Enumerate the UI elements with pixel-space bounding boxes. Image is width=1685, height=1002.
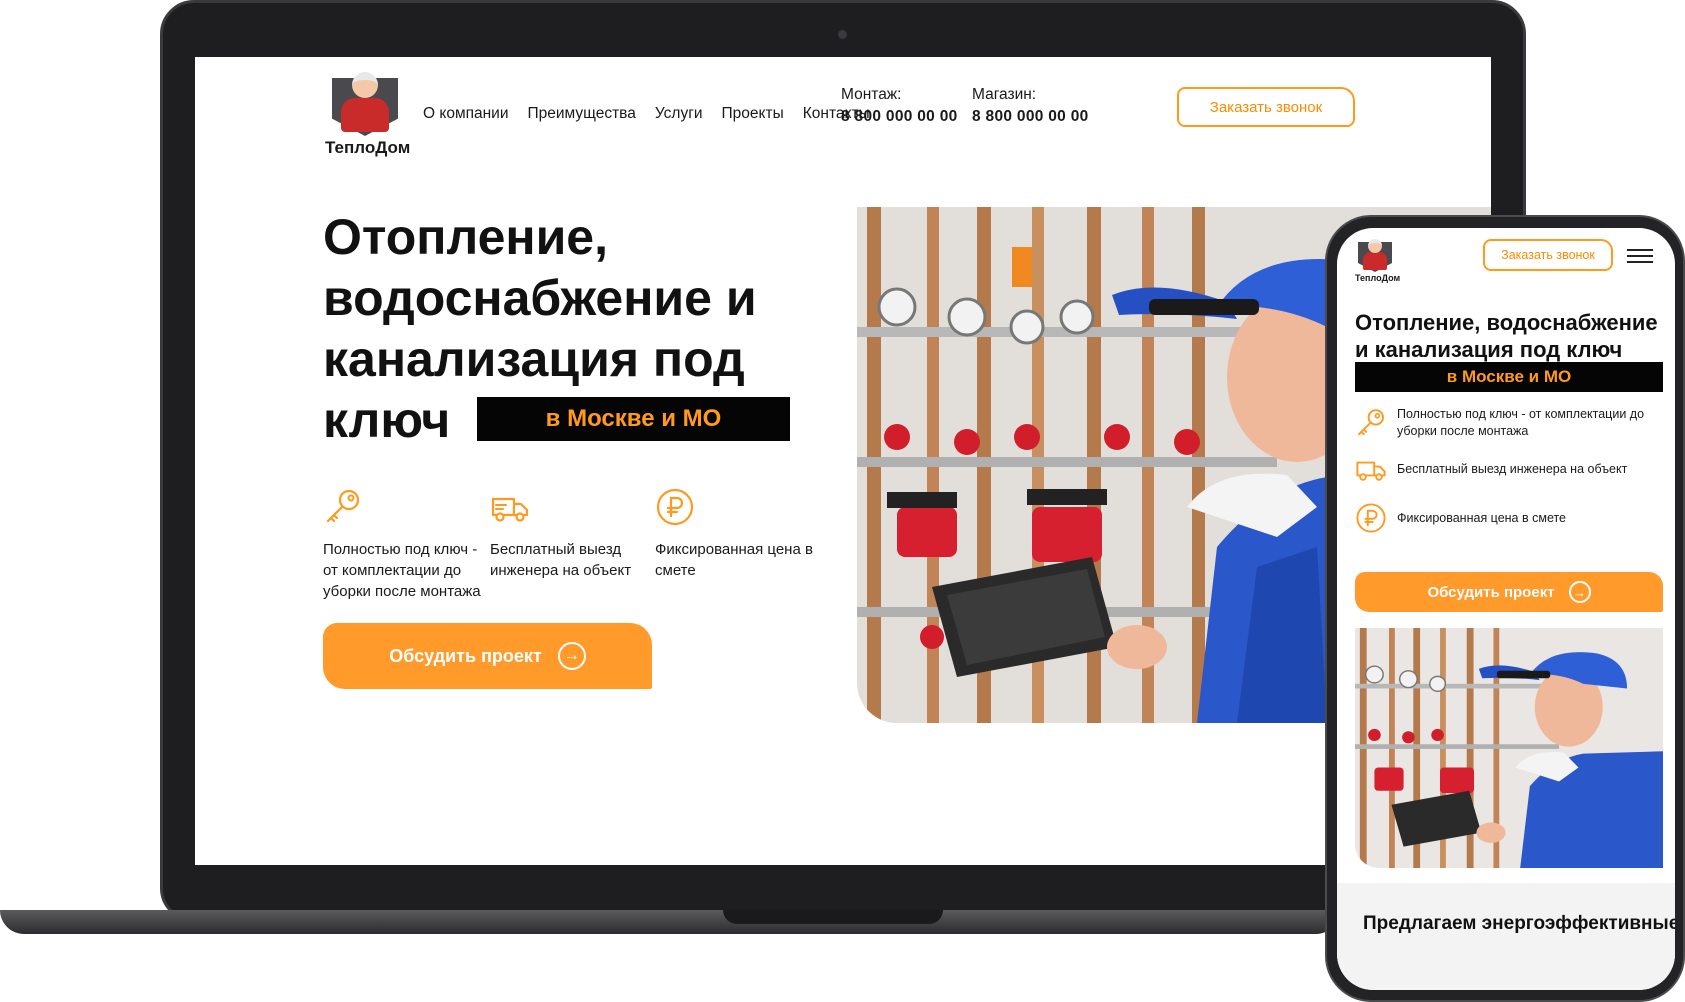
nav-item-advantages[interactable]: Преимущества bbox=[528, 105, 636, 123]
nav-item-about[interactable]: О компании bbox=[423, 105, 509, 123]
hero-region-badge: в Москве и МО bbox=[477, 397, 790, 441]
logo-text: ТеплоДом bbox=[1355, 273, 1401, 283]
laptop-camera bbox=[838, 30, 847, 39]
phone-label: Монтаж: bbox=[841, 86, 902, 103]
key-icon bbox=[1358, 409, 1384, 436]
arrow-right-icon: → bbox=[557, 642, 586, 670]
plumber-photo bbox=[1355, 628, 1663, 868]
hero-title: Отопление, водоснабжение и канализация п… bbox=[1355, 310, 1658, 362]
logo-text: ТеплоДом bbox=[325, 138, 411, 157]
feature-text: Фиксированная цена в смете bbox=[1397, 510, 1567, 525]
main-nav: О компании Преимущества Услуги Проекты К… bbox=[423, 105, 870, 123]
feature-turnkey: Полностью под ключ - от комплектации до … bbox=[1355, 406, 1665, 440]
phone-number: 8 800 000 00 00 bbox=[972, 108, 1089, 125]
feature-fixed-price: Фиксированная цена в смете bbox=[1355, 502, 1665, 534]
button-label: Обсудить проект bbox=[389, 645, 542, 666]
feature-text: Полностью под ключ - от комплектации до … bbox=[1397, 407, 1645, 438]
laptop-base bbox=[0, 910, 1340, 934]
mobile-page: ТеплоДом Заказать звонок Отопление, водо… bbox=[1337, 228, 1675, 990]
laptop-notch bbox=[723, 910, 943, 924]
key-icon bbox=[326, 489, 360, 523]
desktop-logo[interactable]: ТеплоДом bbox=[325, 70, 411, 158]
hamburger-menu-icon[interactable] bbox=[1627, 249, 1653, 263]
feature-text: Бесплатный выезд инженера на объект bbox=[490, 541, 632, 579]
discuss-project-button[interactable]: Обсудить проект → bbox=[323, 623, 652, 689]
truck-icon bbox=[491, 497, 529, 522]
arrow-right-icon: → bbox=[1568, 581, 1591, 603]
phone-label: Магазин: bbox=[972, 86, 1037, 103]
services-section: Предлагаем энергоэффективные bbox=[1337, 883, 1675, 990]
desktop-page: ТеплоДом О компании Преимущества Услуги … bbox=[195, 57, 1491, 865]
feature-turnkey: Полностью под ключ - от комплектации до … bbox=[323, 487, 493, 602]
feature-text: Фиксированная цена в смете bbox=[655, 541, 813, 579]
worker-logo-icon bbox=[332, 70, 398, 136]
ruble-icon bbox=[656, 488, 694, 526]
mobile-logo[interactable]: ТеплоДом bbox=[1355, 238, 1401, 283]
ruble-icon bbox=[1356, 503, 1386, 533]
truck-icon bbox=[1356, 461, 1386, 481]
feature-text: Полностью под ключ - от комплектации до … bbox=[323, 541, 481, 600]
phone-shop[interactable]: Магазин: 8 800 000 00 00 bbox=[972, 86, 1089, 126]
phone-number: 8 800 000 00 00 bbox=[841, 108, 958, 125]
feature-engineer: Бесплатный выезд инженера на объект bbox=[1355, 453, 1665, 485]
mockup-stage: ТеплоДом О компании Преимущества Услуги … bbox=[0, 0, 1685, 1002]
nav-item-services[interactable]: Услуги bbox=[655, 105, 703, 123]
nav-item-projects[interactable]: Проекты bbox=[722, 105, 784, 123]
order-call-button[interactable]: Заказать звонок bbox=[1483, 239, 1613, 271]
worker-logo-icon bbox=[1358, 238, 1392, 272]
phone-installation[interactable]: Монтаж: 8 800 000 00 00 bbox=[841, 86, 958, 126]
feature-fixed-price: Фиксированная цена в смете bbox=[655, 487, 825, 581]
discuss-project-button[interactable]: Обсудить проект → bbox=[1355, 572, 1663, 612]
feature-text: Бесплатный выезд инженера на объект bbox=[1397, 461, 1628, 476]
section-title: Предлагаем энергоэффективные bbox=[1363, 913, 1675, 934]
order-call-button[interactable]: Заказать звонок bbox=[1177, 87, 1355, 127]
hero-region-badge: в Москве и МО bbox=[1355, 362, 1663, 392]
feature-engineer: Бесплатный выезд инженера на объект bbox=[490, 487, 660, 581]
button-label: Обсудить проект bbox=[1427, 583, 1555, 601]
